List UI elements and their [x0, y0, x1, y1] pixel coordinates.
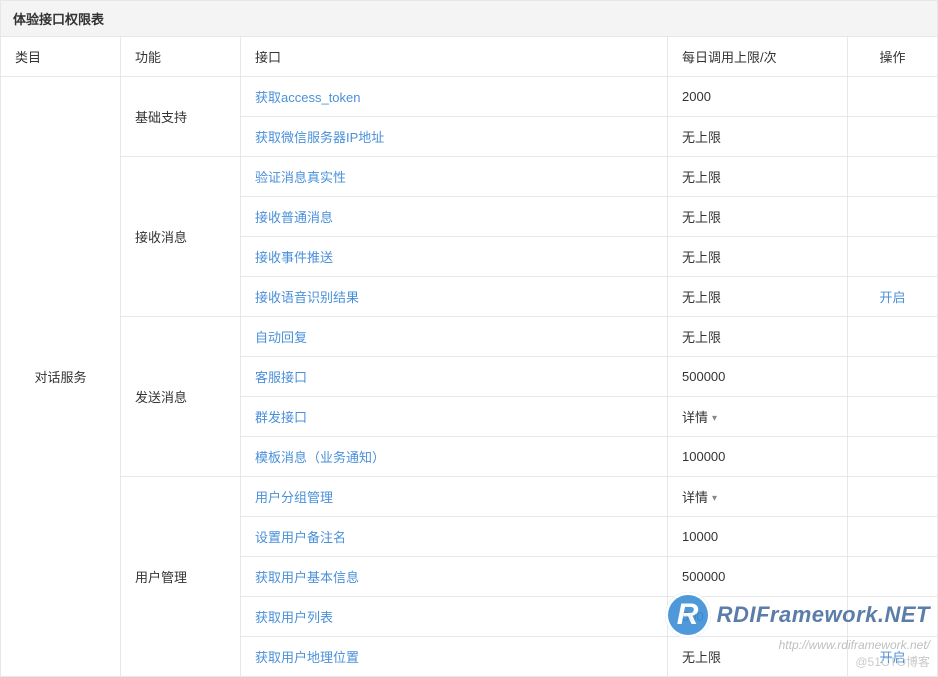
limit-cell: 无上限	[668, 117, 848, 157]
limit-cell[interactable]: 详情▾	[668, 477, 848, 517]
limit-cell: 无上限	[668, 277, 848, 317]
header-category: 类目	[1, 37, 121, 77]
api-link[interactable]: 自动回复	[255, 330, 307, 345]
api-link[interactable]: 接收普通消息	[255, 210, 333, 225]
category-cell: 对话服务	[1, 77, 121, 677]
api-cell: 获取用户地理位置	[241, 637, 668, 677]
header-operation: 操作	[848, 37, 938, 77]
api-cell: 客服接口	[241, 357, 668, 397]
operation-cell	[848, 117, 938, 157]
api-link[interactable]: 设置用户备注名	[255, 530, 346, 545]
table-row: 用户管理用户分组管理详情▾	[1, 477, 938, 517]
api-link[interactable]: 接收事件推送	[255, 250, 333, 265]
operation-cell: 开启	[848, 277, 938, 317]
api-cell: 验证消息真实性	[241, 157, 668, 197]
api-cell: 接收事件推送	[241, 237, 668, 277]
limit-cell[interactable]: 详情▾	[668, 397, 848, 437]
operation-link[interactable]: 开启	[879, 650, 905, 665]
api-link[interactable]: 获取用户基本信息	[255, 570, 359, 585]
header-feature: 功能	[121, 37, 241, 77]
operation-cell	[848, 397, 938, 437]
operation-cell	[848, 597, 938, 637]
limit-cell: 500000	[668, 357, 848, 397]
header-limit: 每日调用上限/次	[668, 37, 848, 77]
api-link[interactable]: 获取用户列表	[255, 610, 333, 625]
limit-cell: 无上限	[668, 317, 848, 357]
table-row: 接收消息验证消息真实性无上限	[1, 157, 938, 197]
operation-cell: 开启	[848, 637, 938, 677]
panel-title: 体验接口权限表	[0, 0, 938, 36]
limit-cell: 无上限	[668, 197, 848, 237]
feature-cell: 基础支持	[121, 77, 241, 157]
api-cell: 群发接口	[241, 397, 668, 437]
api-cell: 自动回复	[241, 317, 668, 357]
limit-cell: 无上限	[668, 237, 848, 277]
operation-cell	[848, 237, 938, 277]
limit-cell: 10000	[668, 517, 848, 557]
api-link[interactable]: 群发接口	[255, 410, 307, 425]
header-api: 接口	[241, 37, 668, 77]
limit-cell: 100000	[668, 437, 848, 477]
api-cell: 设置用户备注名	[241, 517, 668, 557]
api-link[interactable]: 客服接口	[255, 370, 307, 385]
api-cell: 用户分组管理	[241, 477, 668, 517]
operation-cell	[848, 157, 938, 197]
feature-cell: 发送消息	[121, 317, 241, 477]
operation-cell	[848, 357, 938, 397]
api-link[interactable]: 接收语音识别结果	[255, 290, 359, 305]
operation-cell	[848, 517, 938, 557]
limit-cell: 无上限	[668, 157, 848, 197]
table-row: 对话服务基础支持获取access_token2000	[1, 77, 938, 117]
chevron-down-icon: ▾	[712, 413, 717, 424]
limit-cell: 500	[668, 597, 848, 637]
operation-cell	[848, 557, 938, 597]
api-cell: 获取access_token	[241, 77, 668, 117]
limit-cell: 500000	[668, 557, 848, 597]
feature-cell: 接收消息	[121, 157, 241, 317]
operation-cell	[848, 77, 938, 117]
operation-link[interactable]: 开启	[879, 290, 905, 305]
api-link[interactable]: 获取access_token	[255, 90, 361, 105]
chevron-down-icon: ▾	[712, 493, 717, 504]
api-cell: 获取微信服务器IP地址	[241, 117, 668, 157]
api-link[interactable]: 获取微信服务器IP地址	[255, 130, 384, 145]
api-cell: 模板消息（业务通知）	[241, 437, 668, 477]
api-link[interactable]: 用户分组管理	[255, 490, 333, 505]
feature-cell: 用户管理	[121, 477, 241, 677]
operation-cell	[848, 317, 938, 357]
table-header-row: 类目 功能 接口 每日调用上限/次 操作	[1, 37, 938, 77]
permission-table: 类目 功能 接口 每日调用上限/次 操作 对话服务基础支持获取access_to…	[0, 36, 938, 677]
api-cell: 接收语音识别结果	[241, 277, 668, 317]
api-link[interactable]: 获取用户地理位置	[255, 650, 359, 665]
operation-cell	[848, 197, 938, 237]
limit-cell: 2000	[668, 77, 848, 117]
operation-cell	[848, 477, 938, 517]
operation-cell	[848, 437, 938, 477]
api-link[interactable]: 模板消息（业务通知）	[255, 450, 385, 465]
api-link[interactable]: 验证消息真实性	[255, 170, 346, 185]
api-cell: 获取用户基本信息	[241, 557, 668, 597]
api-cell: 获取用户列表	[241, 597, 668, 637]
table-row: 发送消息自动回复无上限	[1, 317, 938, 357]
api-cell: 接收普通消息	[241, 197, 668, 237]
limit-cell: 无上限	[668, 637, 848, 677]
